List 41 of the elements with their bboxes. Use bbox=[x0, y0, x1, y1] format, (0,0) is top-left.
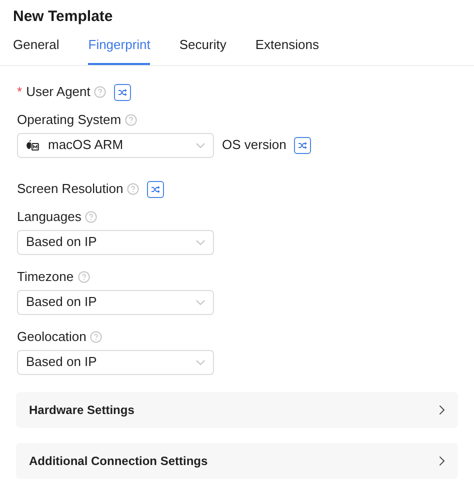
os-version-label: OS version bbox=[222, 136, 286, 154]
required-mark: * bbox=[17, 83, 22, 102]
help-icon[interactable] bbox=[125, 114, 138, 126]
field-label: Operating System bbox=[17, 111, 122, 130]
tab[interactable]: Extensions bbox=[255, 33, 319, 64]
chevron-down-icon bbox=[196, 300, 205, 304]
help-icon[interactable] bbox=[78, 271, 90, 283]
select-field[interactable]: Based on IP bbox=[17, 350, 214, 374]
field-label: Screen Resolution bbox=[17, 180, 124, 198]
field-label: User Agent bbox=[26, 83, 90, 102]
help-icon[interactable] bbox=[94, 86, 106, 98]
field-label: Languages bbox=[17, 208, 82, 226]
select-value: Based on IP bbox=[26, 293, 98, 312]
select-value: Based on IP bbox=[26, 353, 98, 372]
shuffle-icon bbox=[151, 186, 160, 192]
select-field[interactable]: macOS ARM bbox=[17, 132, 214, 158]
shuffle-button[interactable] bbox=[147, 180, 164, 198]
chevron-right-icon bbox=[439, 404, 445, 414]
tab[interactable]: Security bbox=[179, 33, 226, 64]
shuffle-button[interactable] bbox=[294, 136, 312, 154]
dialog-title: New Template bbox=[13, 7, 114, 26]
shuffle-button[interactable] bbox=[114, 84, 132, 100]
help-icon[interactable] bbox=[127, 183, 140, 195]
help-icon[interactable] bbox=[90, 331, 102, 343]
shuffle-icon bbox=[118, 88, 128, 96]
chevron-down-icon bbox=[196, 142, 205, 148]
tab[interactable]: Fingerprint bbox=[88, 33, 150, 64]
settings-section[interactable]: Additional Connection Settings bbox=[16, 442, 458, 478]
shuffle-icon bbox=[298, 142, 308, 148]
field-label: Geolocation bbox=[17, 328, 86, 346]
chevron-right-icon bbox=[439, 456, 445, 466]
help-icon[interactable] bbox=[85, 211, 98, 223]
select-value: macOS ARM bbox=[48, 136, 124, 154]
chevron-down-icon bbox=[196, 240, 205, 244]
chevron-down-icon bbox=[196, 360, 205, 364]
select-field[interactable]: Based on IP bbox=[17, 230, 214, 254]
tab[interactable]: General bbox=[13, 33, 60, 64]
select-field[interactable]: Based on IP bbox=[17, 290, 214, 314]
settings-section[interactable]: Hardware Settings bbox=[16, 392, 458, 428]
select-value: Based on IP bbox=[26, 233, 98, 252]
field-label: Timezone bbox=[17, 268, 74, 286]
